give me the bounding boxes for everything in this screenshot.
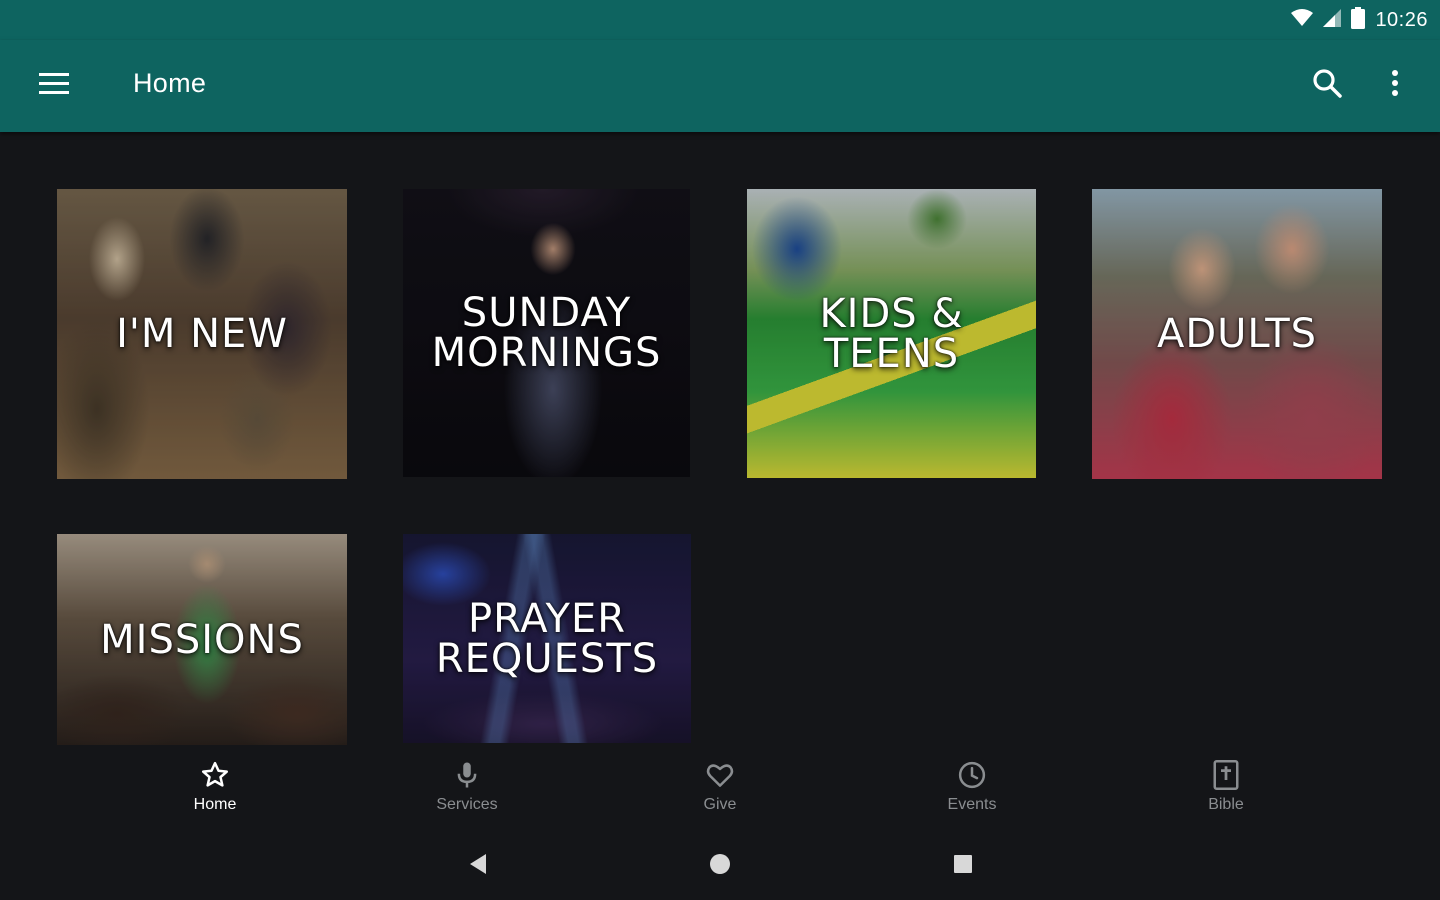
tile-label: I'M NEW bbox=[116, 311, 288, 357]
bible-icon bbox=[1209, 758, 1243, 792]
recents-square-icon bbox=[953, 854, 973, 879]
tile-label: ADULTS bbox=[1156, 311, 1318, 357]
search-button[interactable] bbox=[1304, 62, 1350, 108]
tile-missions[interactable]: MISSIONS bbox=[57, 534, 347, 745]
clock-icon bbox=[955, 758, 989, 792]
more-options-button[interactable] bbox=[1374, 62, 1416, 108]
nav-label: Services bbox=[436, 796, 498, 813]
home-circle-icon bbox=[709, 853, 731, 880]
nav-services[interactable]: Services bbox=[397, 758, 537, 824]
microphone-icon bbox=[450, 758, 484, 792]
back-button[interactable] bbox=[458, 846, 498, 886]
more-vertical-icon bbox=[1391, 69, 1399, 102]
system-nav-bar bbox=[0, 830, 1440, 900]
cell-signal-icon bbox=[1323, 8, 1342, 32]
tile-kids-teens[interactable]: KIDS & TEENS bbox=[747, 189, 1036, 478]
page-title: Home bbox=[133, 68, 207, 98]
status-icons: 10:26 bbox=[1291, 6, 1428, 34]
tile-prayer-requests[interactable]: PRAYER REQUESTS bbox=[403, 534, 691, 743]
nav-bible[interactable]: Bible bbox=[1156, 758, 1296, 824]
tile-adults[interactable]: ADULTS bbox=[1092, 189, 1382, 479]
nav-label: Events bbox=[947, 796, 997, 813]
nav-give[interactable]: Give bbox=[650, 758, 790, 824]
battery-icon bbox=[1351, 6, 1366, 34]
tile-label: KIDS & TEENS bbox=[819, 290, 964, 377]
star-icon bbox=[198, 758, 232, 792]
back-triangle-icon bbox=[468, 853, 488, 880]
status-bar: 10:26 bbox=[0, 0, 1440, 40]
hamburger-icon bbox=[39, 72, 69, 100]
tile-im-new[interactable]: I'M NEW bbox=[57, 189, 347, 479]
nav-label: Bible bbox=[1208, 796, 1244, 813]
home-system-button[interactable] bbox=[700, 846, 740, 886]
app-bar: Home bbox=[0, 40, 1440, 132]
bottom-nav: Home Services Give Events Bible bbox=[0, 750, 1440, 826]
status-time: 10:26 bbox=[1375, 8, 1428, 31]
nav-label: Give bbox=[703, 796, 737, 813]
heart-icon bbox=[703, 758, 737, 792]
menu-button[interactable] bbox=[30, 66, 78, 106]
nav-label: Home bbox=[193, 796, 237, 813]
nav-events[interactable]: Events bbox=[902, 758, 1042, 824]
tile-label: SUNDAY MORNINGS bbox=[431, 290, 662, 376]
tile-sunday-mornings[interactable]: SUNDAY MORNINGS bbox=[403, 189, 690, 477]
nav-home[interactable]: Home bbox=[145, 758, 285, 824]
tile-label: MISSIONS bbox=[100, 616, 304, 663]
tile-label: PRAYER REQUESTS bbox=[435, 595, 659, 682]
search-icon bbox=[1312, 68, 1342, 103]
wifi-icon bbox=[1291, 8, 1314, 32]
recents-button[interactable] bbox=[943, 846, 983, 886]
